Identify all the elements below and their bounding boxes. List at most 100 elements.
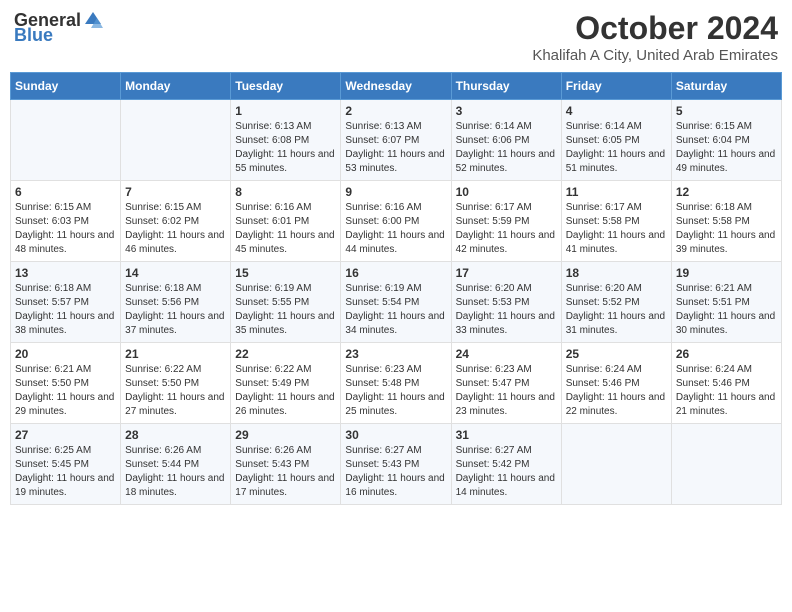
weekday-header-tuesday: Tuesday [231,73,341,100]
weekday-header-sunday: Sunday [11,73,121,100]
day-number: 8 [235,185,336,199]
cell-info: Sunrise: 6:16 AM Sunset: 6:01 PM Dayligh… [235,201,336,257]
sunrise-text: Sunrise: 6:27 AM [456,445,532,456]
calendar-cell: 15 Sunrise: 6:19 AM Sunset: 5:55 PM Dayl… [231,262,341,343]
day-number: 11 [566,185,667,199]
day-number: 1 [235,104,336,118]
day-number: 2 [345,104,446,118]
calendar-cell: 11 Sunrise: 6:17 AM Sunset: 5:58 PM Dayl… [561,181,671,262]
cell-info: Sunrise: 6:19 AM Sunset: 5:55 PM Dayligh… [235,282,336,338]
sunrise-text: Sunrise: 6:26 AM [235,445,311,456]
day-number: 14 [125,266,226,280]
sunset-text: Sunset: 5:44 PM [125,459,199,470]
daylight-text: Daylight: 11 hours and 25 minutes. [345,392,444,417]
calendar-cell: 30 Sunrise: 6:27 AM Sunset: 5:43 PM Dayl… [341,424,451,505]
sunrise-text: Sunrise: 6:21 AM [15,364,91,375]
calendar-cell: 13 Sunrise: 6:18 AM Sunset: 5:57 PM Dayl… [11,262,121,343]
calendar-cell: 18 Sunrise: 6:20 AM Sunset: 5:52 PM Dayl… [561,262,671,343]
cell-info: Sunrise: 6:26 AM Sunset: 5:43 PM Dayligh… [235,444,336,500]
calendar-cell: 17 Sunrise: 6:20 AM Sunset: 5:53 PM Dayl… [451,262,561,343]
logo-blue: Blue [14,26,53,44]
sunset-text: Sunset: 5:46 PM [566,378,640,389]
sunset-text: Sunset: 5:46 PM [676,378,750,389]
day-number: 19 [676,266,777,280]
calendar-cell: 7 Sunrise: 6:15 AM Sunset: 6:02 PM Dayli… [121,181,231,262]
calendar-cell: 31 Sunrise: 6:27 AM Sunset: 5:42 PM Dayl… [451,424,561,505]
cell-info: Sunrise: 6:25 AM Sunset: 5:45 PM Dayligh… [15,444,116,500]
sunset-text: Sunset: 6:08 PM [235,135,309,146]
sunrise-text: Sunrise: 6:14 AM [566,121,642,132]
sunrise-text: Sunrise: 6:24 AM [566,364,642,375]
weekday-header-friday: Friday [561,73,671,100]
day-number: 29 [235,428,336,442]
sunrise-text: Sunrise: 6:23 AM [456,364,532,375]
cell-info: Sunrise: 6:22 AM Sunset: 5:49 PM Dayligh… [235,363,336,419]
sunset-text: Sunset: 6:02 PM [125,216,199,227]
day-number: 26 [676,347,777,361]
daylight-text: Daylight: 11 hours and 16 minutes. [345,473,444,498]
calendar-cell: 12 Sunrise: 6:18 AM Sunset: 5:58 PM Dayl… [671,181,781,262]
sunset-text: Sunset: 5:48 PM [345,378,419,389]
sunrise-text: Sunrise: 6:19 AM [345,283,421,294]
day-number: 13 [15,266,116,280]
sunrise-text: Sunrise: 6:16 AM [235,202,311,213]
calendar-cell: 10 Sunrise: 6:17 AM Sunset: 5:59 PM Dayl… [451,181,561,262]
cell-info: Sunrise: 6:15 AM Sunset: 6:03 PM Dayligh… [15,201,116,257]
calendar-cell: 6 Sunrise: 6:15 AM Sunset: 6:03 PM Dayli… [11,181,121,262]
day-number: 30 [345,428,446,442]
day-number: 15 [235,266,336,280]
sunset-text: Sunset: 5:57 PM [15,297,89,308]
sunrise-text: Sunrise: 6:23 AM [345,364,421,375]
sunrise-text: Sunrise: 6:16 AM [345,202,421,213]
calendar-cell [11,100,121,181]
cell-info: Sunrise: 6:14 AM Sunset: 6:05 PM Dayligh… [566,120,667,176]
sunset-text: Sunset: 6:06 PM [456,135,530,146]
sunset-text: Sunset: 5:58 PM [676,216,750,227]
calendar-cell: 24 Sunrise: 6:23 AM Sunset: 5:47 PM Dayl… [451,343,561,424]
weekday-header-row: SundayMondayTuesdayWednesdayThursdayFrid… [11,73,782,100]
sunset-text: Sunset: 6:05 PM [566,135,640,146]
day-number: 9 [345,185,446,199]
calendar-cell: 25 Sunrise: 6:24 AM Sunset: 5:46 PM Dayl… [561,343,671,424]
calendar-cell: 1 Sunrise: 6:13 AM Sunset: 6:08 PM Dayli… [231,100,341,181]
cell-info: Sunrise: 6:20 AM Sunset: 5:52 PM Dayligh… [566,282,667,338]
daylight-text: Daylight: 11 hours and 21 minutes. [676,392,775,417]
daylight-text: Daylight: 11 hours and 45 minutes. [235,230,334,255]
day-number: 12 [676,185,777,199]
sunset-text: Sunset: 5:52 PM [566,297,640,308]
daylight-text: Daylight: 11 hours and 30 minutes. [676,311,775,336]
sunrise-text: Sunrise: 6:13 AM [345,121,421,132]
day-number: 5 [676,104,777,118]
daylight-text: Daylight: 11 hours and 46 minutes. [125,230,224,255]
sunrise-text: Sunrise: 6:15 AM [15,202,91,213]
day-number: 6 [15,185,116,199]
sunset-text: Sunset: 5:58 PM [566,216,640,227]
calendar-cell: 21 Sunrise: 6:22 AM Sunset: 5:50 PM Dayl… [121,343,231,424]
daylight-text: Daylight: 11 hours and 18 minutes. [125,473,224,498]
sunrise-text: Sunrise: 6:18 AM [125,283,201,294]
page-header: General Blue October 2024 Khalifah A Cit… [10,10,782,64]
calendar-cell [561,424,671,505]
calendar-cell: 14 Sunrise: 6:18 AM Sunset: 5:56 PM Dayl… [121,262,231,343]
daylight-text: Daylight: 11 hours and 17 minutes. [235,473,334,498]
daylight-text: Daylight: 11 hours and 31 minutes. [566,311,665,336]
cell-info: Sunrise: 6:13 AM Sunset: 6:08 PM Dayligh… [235,120,336,176]
daylight-text: Daylight: 11 hours and 33 minutes. [456,311,555,336]
day-number: 21 [125,347,226,361]
calendar-table: SundayMondayTuesdayWednesdayThursdayFrid… [10,72,782,505]
daylight-text: Daylight: 11 hours and 41 minutes. [566,230,665,255]
logo: General Blue [14,10,103,44]
sunrise-text: Sunrise: 6:22 AM [125,364,201,375]
calendar-cell [671,424,781,505]
calendar-cell: 5 Sunrise: 6:15 AM Sunset: 6:04 PM Dayli… [671,100,781,181]
cell-info: Sunrise: 6:22 AM Sunset: 5:50 PM Dayligh… [125,363,226,419]
sunrise-text: Sunrise: 6:26 AM [125,445,201,456]
sunrise-text: Sunrise: 6:13 AM [235,121,311,132]
daylight-text: Daylight: 11 hours and 55 minutes. [235,149,334,174]
cell-info: Sunrise: 6:20 AM Sunset: 5:53 PM Dayligh… [456,282,557,338]
cell-info: Sunrise: 6:17 AM Sunset: 5:59 PM Dayligh… [456,201,557,257]
sunset-text: Sunset: 5:50 PM [125,378,199,389]
calendar-cell: 27 Sunrise: 6:25 AM Sunset: 5:45 PM Dayl… [11,424,121,505]
sunrise-text: Sunrise: 6:17 AM [566,202,642,213]
day-number: 16 [345,266,446,280]
